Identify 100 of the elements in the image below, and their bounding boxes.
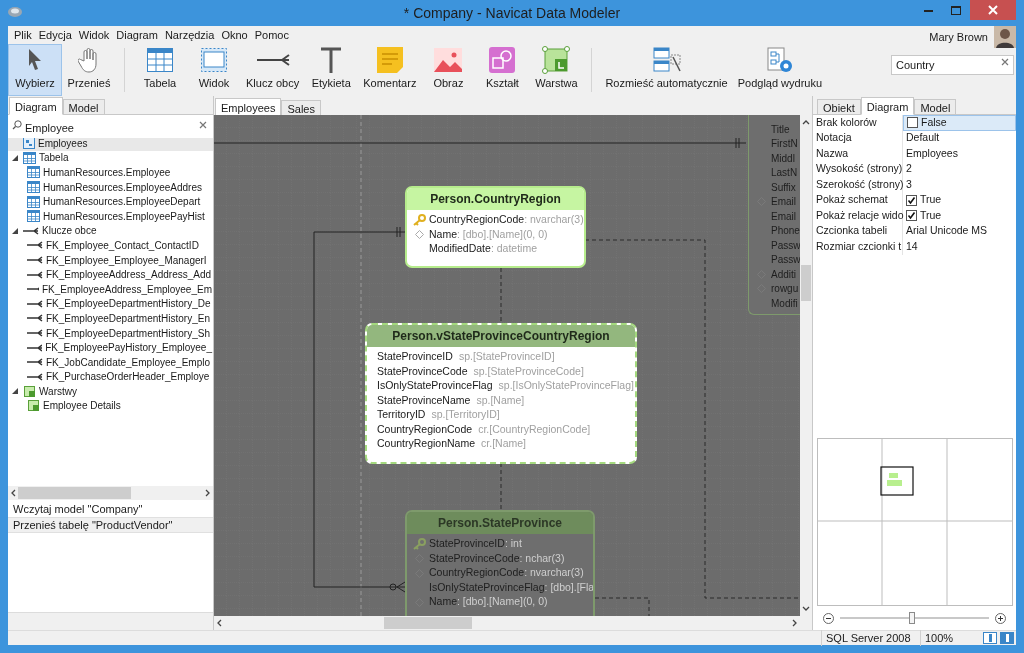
- tab[interactable]: Diagram: [860, 97, 915, 115]
- tree-item[interactable]: FK_EmployeePayHistory_Employee_: [8, 340, 213, 355]
- expanded-icon[interactable]: [12, 227, 18, 234]
- tree-item[interactable]: Tabela: [8, 150, 213, 166]
- scroll-right-icon[interactable]: [205, 489, 211, 497]
- tree-item[interactable]: Klucze obce: [8, 223, 213, 239]
- scroll-up-icon[interactable]: [802, 119, 810, 125]
- tree-item[interactable]: HumanResources.EmployeePayHist: [8, 208, 213, 224]
- property-value[interactable]: Default: [903, 130, 1016, 146]
- toolbar-button[interactable]: Komentarz: [358, 44, 422, 96]
- tree-item[interactable]: FK_Employee_Employee_ManagerI: [8, 252, 213, 268]
- tree-item[interactable]: HumanResources.EmployeeDepart: [8, 194, 213, 209]
- tree-item[interactable]: FK_EmployeeDepartmentHistory_En: [8, 311, 213, 326]
- history-item[interactable]: Przenieś tabelę "ProductVendor": [8, 517, 213, 533]
- toolbar-button[interactable]: Klucz obcy: [241, 44, 305, 96]
- scroll-thumb[interactable]: [384, 617, 472, 629]
- tree-item[interactable]: Employee Details: [8, 398, 213, 414]
- toolbar-button[interactable]: Widok: [187, 44, 241, 96]
- diagram-icon: [23, 137, 35, 150]
- zoom-in-icon[interactable]: [995, 612, 1006, 624]
- property-value[interactable]: False: [903, 115, 1016, 131]
- slider-thumb[interactable]: [908, 612, 915, 624]
- entity-title: Person.CountryRegion: [407, 188, 584, 210]
- tab[interactable]: Obiekt: [817, 99, 861, 115]
- menu-item[interactable]: Pomoc: [251, 26, 292, 44]
- field-name: Additi: [770, 267, 796, 282]
- scroll-down-icon[interactable]: [802, 606, 810, 612]
- tab[interactable]: Employees: [215, 98, 282, 116]
- property-name: Wysokość (strony): [813, 161, 903, 177]
- toolbar-button[interactable]: Podgląd wydruku: [732, 44, 828, 96]
- scroll-thumb[interactable]: [18, 487, 131, 499]
- property-value[interactable]: 3: [903, 177, 1016, 193]
- toolbar-button[interactable]: Przenieś: [62, 44, 116, 96]
- toolbar-button[interactable]: Tabela: [133, 44, 187, 96]
- view-entity[interactable]: [365, 323, 637, 464]
- tree-item[interactable]: HumanResources.EmployeeAddres: [8, 179, 213, 195]
- expanded-icon[interactable]: [12, 388, 18, 395]
- toolbar-button[interactable]: Etykieta: [304, 44, 359, 96]
- clear-icon[interactable]: [199, 121, 207, 129]
- zoom-out-icon[interactable]: [823, 612, 834, 624]
- property-value[interactable]: True: [903, 208, 1016, 224]
- tree-item[interactable]: FK_Employee_Contact_ContactID: [8, 238, 213, 253]
- checkbox[interactable]: [906, 194, 917, 206]
- property-name: Rozmiar czcionki t: [813, 239, 903, 255]
- tree-item[interactable]: HumanResources.Employee: [8, 165, 213, 180]
- property-value[interactable]: 2: [903, 161, 1016, 177]
- table-icon: [147, 47, 173, 72]
- horizontal-scrollbar[interactable]: [8, 486, 213, 500]
- property-value[interactable]: Employees: [903, 146, 1016, 162]
- table-entity[interactable]: Person.CountryRegion CountryRegionCode: nvarchar(3) Name: [dbo].[Name](0, 0) ModifiedDate: datetime: [405, 186, 586, 268]
- tree-item[interactable]: Warstwy: [8, 384, 213, 399]
- scroll-left-icon[interactable]: [216, 619, 222, 627]
- property-value[interactable]: Arial Unicode MS: [903, 223, 1016, 239]
- scroll-thumb[interactable]: [801, 265, 811, 301]
- tree-item[interactable]: FK_PurchaseOrderHeader_Employe: [8, 369, 213, 385]
- connector-icon: [27, 329, 43, 337]
- toolbar-button[interactable]: Wybierz: [8, 44, 62, 96]
- cursor-icon: [27, 47, 43, 72]
- tree-item[interactable]: FK_EmployeeAddress_Employee_Em: [8, 281, 213, 297]
- connector-icon: [23, 226, 39, 235]
- expanded-icon[interactable]: [12, 154, 18, 161]
- menu-item[interactable]: Widok: [75, 26, 113, 44]
- history-item[interactable]: Wczytaj model "Company": [8, 501, 213, 517]
- dependency-line[interactable]: [500, 267, 502, 511]
- toolbar-button[interactable]: Kształt: [475, 44, 530, 96]
- tree-item[interactable]: FK_EmployeeDepartmentHistory_De: [8, 296, 213, 312]
- close-button[interactable]: [970, 0, 1016, 20]
- menu-item[interactable]: Narzędzia: [161, 26, 218, 44]
- scroll-left-icon[interactable]: [10, 489, 16, 497]
- table-icon: [23, 151, 36, 164]
- zoom-slider[interactable]: [840, 612, 989, 624]
- field-type: sp.[IsOnlyStateProvinceFlag]: [497, 378, 634, 394]
- tree-item[interactable]: FK_EmployeeDepartmentHistory_Sh: [8, 325, 213, 341]
- menu-item[interactable]: Diagram: [113, 26, 161, 44]
- tab[interactable]: Model: [62, 99, 105, 115]
- field-name: Phone: [770, 224, 800, 239]
- checkbox[interactable]: [907, 117, 918, 129]
- checkbox[interactable]: [906, 210, 917, 222]
- tab[interactable]: Model: [914, 99, 957, 115]
- view-mode-button[interactable]: [983, 632, 997, 644]
- tab[interactable]: Diagram: [9, 97, 63, 115]
- menu-item[interactable]: Plik: [11, 26, 35, 44]
- property-value[interactable]: 14: [903, 239, 1016, 255]
- clear-icon[interactable]: [1001, 58, 1009, 66]
- field-type: cr.[CountryRegionCode]: [477, 421, 591, 437]
- toolbar-button[interactable]: Obraz: [421, 44, 476, 96]
- search-field[interactable]: Country: [891, 55, 1014, 75]
- tree-item[interactable]: FK_JobCandidate_Employee_Emplo: [8, 354, 213, 370]
- toolbar-button[interactable]: Rozmieść automatycznie: [600, 44, 733, 96]
- avatar[interactable]: [994, 26, 1016, 48]
- toolbar-button[interactable]: Warstwa: [529, 44, 584, 96]
- property-name: Nazwa: [813, 146, 903, 162]
- menu-item[interactable]: Edycja: [35, 26, 75, 44]
- property-value[interactable]: True: [903, 192, 1016, 208]
- tab[interactable]: Sales: [281, 100, 321, 116]
- scroll-right-icon[interactable]: [792, 619, 798, 627]
- image-icon: [434, 47, 463, 72]
- menu-item[interactable]: Okno: [218, 26, 251, 44]
- view-mode-button[interactable]: [1000, 632, 1014, 644]
- tree-item[interactable]: FK_EmployeeAddress_Address_Add: [8, 267, 213, 282]
